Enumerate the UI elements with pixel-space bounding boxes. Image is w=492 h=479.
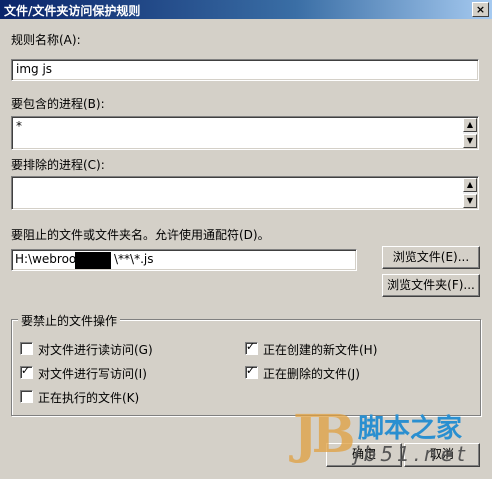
rule-name-value: img js: [16, 62, 53, 76]
write-access-label[interactable]: 对文件进行写访问(I): [38, 365, 147, 382]
exclude-processes-scrollbar[interactable]: ▲ ▼: [463, 178, 477, 208]
browse-folder-button[interactable]: 浏览文件夹(F)...: [382, 274, 480, 297]
executing-file-label[interactable]: 正在执行的文件(K): [38, 389, 139, 406]
cancel-button[interactable]: 取消: [404, 443, 480, 467]
scroll-up-icon[interactable]: ▲: [463, 118, 477, 132]
include-processes-textarea[interactable]: * ▲ ▼: [11, 116, 479, 150]
window-title: 文件/文件夹访问保护规则: [4, 4, 141, 18]
close-icon: ×: [475, 3, 486, 16]
blocked-path-value-suffix: \**\*.js: [114, 252, 154, 266]
close-button[interactable]: ×: [472, 2, 489, 17]
read-access-label[interactable]: 对文件进行读访问(G): [38, 341, 153, 358]
include-processes-label: 要包含的进程(B):: [11, 97, 105, 111]
check-icon: ✓: [246, 364, 256, 377]
check-icon: ✓: [21, 364, 31, 377]
include-processes-scrollbar[interactable]: ▲ ▼: [463, 118, 477, 148]
ok-button[interactable]: 确定: [326, 443, 402, 467]
browse-file-button[interactable]: 浏览文件(E)...: [382, 246, 480, 269]
operations-group-label: 要禁止的文件操作: [18, 312, 121, 329]
blocked-path-input[interactable]: H:\webroot\ \**\*.js: [11, 249, 357, 271]
write-access-checkbox[interactable]: ✓: [20, 364, 33, 379]
blocked-path-label: 要阻止的文件或文件夹名。允许使用通配符(D)。: [11, 228, 270, 242]
rule-name-label: 规则名称(A):: [11, 33, 81, 47]
executing-file-checkbox[interactable]: [20, 390, 33, 403]
rule-name-input[interactable]: img js: [11, 59, 479, 81]
scroll-up-icon[interactable]: ▲: [463, 178, 477, 192]
scroll-down-icon[interactable]: ▼: [463, 194, 477, 208]
deleting-file-label[interactable]: 正在删除的文件(J): [263, 365, 360, 382]
scroll-down-icon[interactable]: ▼: [463, 134, 477, 148]
new-file-checkbox[interactable]: ✓: [245, 340, 258, 355]
redaction-bar: [75, 252, 111, 269]
deleting-file-checkbox[interactable]: ✓: [245, 364, 258, 379]
exclude-processes-label: 要排除的进程(C):: [11, 158, 105, 172]
read-access-checkbox[interactable]: [20, 342, 33, 355]
title-bar: 文件/文件夹访问保护规则 ×: [0, 0, 492, 19]
new-file-label[interactable]: 正在创建的新文件(H): [263, 341, 377, 358]
include-processes-value: *: [16, 119, 22, 133]
check-icon: ✓: [246, 340, 256, 353]
exclude-processes-textarea[interactable]: ▲ ▼: [11, 176, 479, 210]
